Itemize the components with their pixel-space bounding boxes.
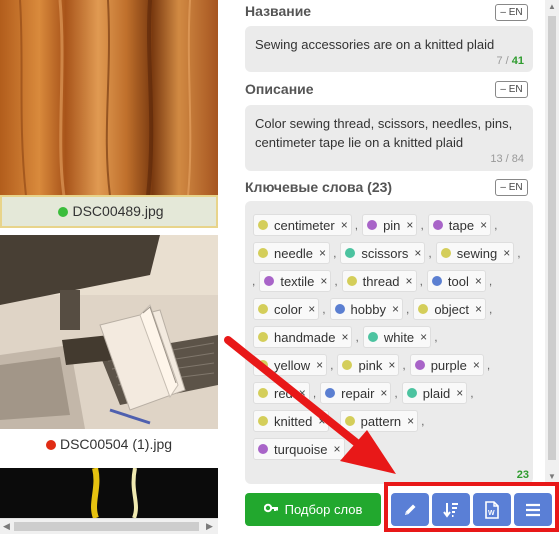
annotation-highlight-box <box>384 482 559 532</box>
annotation-arrow <box>224 336 396 474</box>
